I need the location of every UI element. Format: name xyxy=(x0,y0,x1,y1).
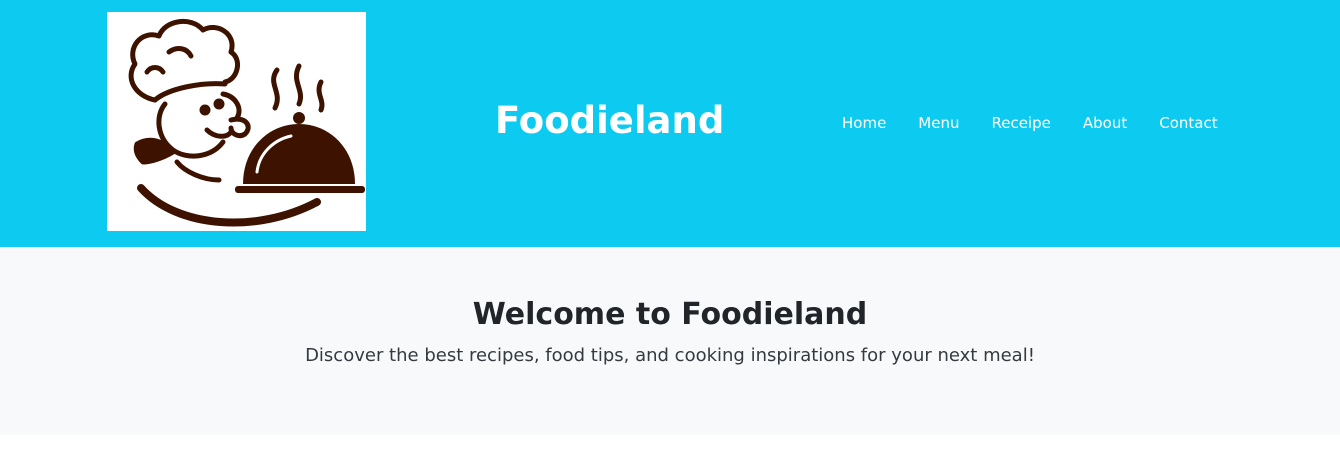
nav-link-menu[interactable]: Menu xyxy=(902,111,975,135)
hero-title: Welcome to Foodieland xyxy=(472,297,868,332)
nav-link-about[interactable]: About xyxy=(1067,111,1143,135)
main-nav: Home Menu Receipe About Contact xyxy=(826,111,1234,135)
hero-section: Welcome to Foodieland Discover the best … xyxy=(0,247,1340,435)
nav-link-receipe[interactable]: Receipe xyxy=(975,111,1066,135)
site-brand-title[interactable]: Foodieland xyxy=(495,96,724,146)
hero-subtitle: Discover the best recipes, food tips, an… xyxy=(305,345,1035,366)
site-header: Foodieland Home Menu Receipe About Conta… xyxy=(0,0,1340,247)
nav-link-contact[interactable]: Contact xyxy=(1143,111,1233,135)
nav-link-home[interactable]: Home xyxy=(826,111,902,135)
chef-logo-icon[interactable] xyxy=(107,12,366,231)
